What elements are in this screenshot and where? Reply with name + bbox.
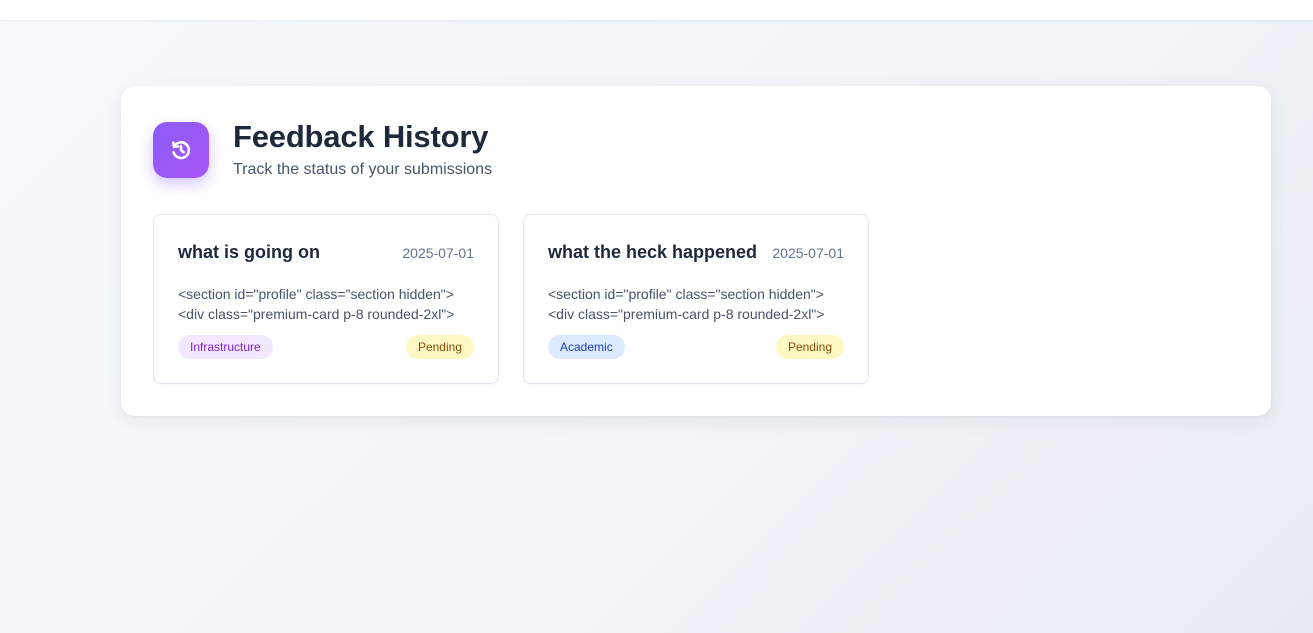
page-subtitle: Track the status of your submissions (233, 161, 493, 178)
feedback-date: 2025-07-01 (402, 245, 474, 261)
history-icon (153, 122, 209, 178)
feedback-body: <section id="profile" class="section hid… (548, 286, 825, 322)
feedback-title: what is going on (178, 242, 320, 262)
feedback-body: <section id="profile" class="section hid… (178, 286, 455, 322)
status-badge: Pending (405, 335, 474, 359)
feedback-card[interactable]: what is going on 2025-07-01 <section id=… (153, 214, 499, 384)
page-title: Feedback History (233, 119, 489, 154)
top-navbar (0, 0, 1313, 21)
category-badge: Infrastructure (178, 335, 273, 359)
feedback-date: 2025-07-01 (772, 245, 844, 261)
feedback-title: what the heck happened (548, 242, 758, 262)
status-badge: Pending (775, 335, 844, 359)
category-badge: Academic (548, 335, 625, 359)
feedback-card[interactable]: what the heck happened 2025-07-01 <secti… (523, 214, 869, 384)
feedback-history-panel: Feedback History Track the status of you… (121, 86, 1271, 416)
